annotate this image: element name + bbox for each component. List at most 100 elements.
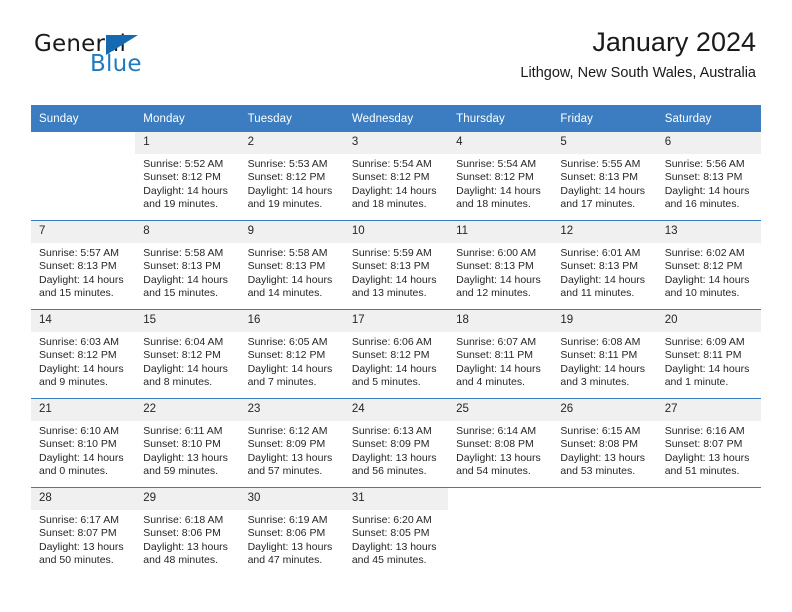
day-cell-inner: 21 Sunrise: 6:10 AM Sunset: 8:10 PM Dayligh… bbox=[31, 399, 136, 487]
day-cell-inner: 9 Sunrise: 5:58 AM Sunset: 8:13 PM Daylight… bbox=[239, 221, 344, 309]
day-info-line: Sunset: 8:08 PM bbox=[560, 438, 639, 451]
calendar-day-cell[interactable]: 24 Sunrise: 6:13 AM Sunset: 8:09 PM Dayligh… bbox=[343, 398, 449, 488]
calendar-day-cell[interactable]: 3 Sunrise: 5:54 AM Sunset: 8:12 PM Daylight… bbox=[343, 132, 449, 221]
day-info-line: Sunset: 8:12 PM bbox=[39, 349, 117, 362]
calendar-day-cell[interactable]: 20 Sunrise: 6:09 AM Sunset: 8:11 PM Dayligh… bbox=[656, 309, 761, 399]
day-info-line: Sunrise: 5:54 AM bbox=[456, 158, 537, 170]
day-number: 3 bbox=[343, 132, 449, 154]
day-info-line: Daylight: 13 hours bbox=[351, 451, 437, 464]
day-info-line: Sunset: 8:13 PM bbox=[247, 260, 326, 273]
day-cell-inner: 30 Sunrise: 6:19 AM Sunset: 8:06 PM Dayligh… bbox=[239, 488, 344, 576]
calendar-day-cell[interactable]: 29 Sunrise: 6:18 AM Sunset: 8:06 PM Dayligh… bbox=[135, 487, 240, 576]
day-number: 2 bbox=[239, 132, 344, 154]
day-number: 12 bbox=[552, 221, 657, 243]
day-number: 28 bbox=[31, 488, 136, 510]
day-info-line: Sunrise: 6:04 AM bbox=[143, 336, 224, 348]
day-info-line: Daylight: 14 hours bbox=[664, 362, 750, 375]
day-info-line: Sunset: 8:13 PM bbox=[143, 260, 221, 273]
day-info-line: Sunset: 8:10 PM bbox=[143, 438, 221, 451]
day-info-line: Daylight: 14 hours bbox=[560, 273, 646, 286]
day-info-line: Daylight: 13 hours bbox=[143, 451, 228, 464]
day-info-line: Daylight: 14 hours bbox=[456, 184, 541, 197]
calendar-day-cell[interactable]: 27 Sunrise: 6:16 AM Sunset: 8:07 PM Dayligh… bbox=[656, 398, 761, 488]
day-info-line: Daylight: 14 hours bbox=[560, 362, 646, 375]
day-cell-inner: 22 Sunrise: 6:11 AM Sunset: 8:10 PM Dayligh… bbox=[135, 399, 240, 487]
day-info-line: Daylight: 14 hours bbox=[39, 362, 124, 375]
day-info-line: Sunrise: 6:01 AM bbox=[560, 247, 641, 259]
brand-logo[interactable]: General Blue bbox=[34, 32, 224, 80]
day-info-line: Sunset: 8:13 PM bbox=[456, 260, 534, 273]
calendar-day-cell[interactable]: 4 Sunrise: 5:54 AM Sunset: 8:12 PM Daylight… bbox=[448, 132, 553, 221]
calendar-day-cell[interactable]: 7 Sunrise: 5:57 AM Sunset: 8:13 PM Daylight… bbox=[31, 220, 136, 310]
day-cell-inner: 11 Sunrise: 6:00 AM Sunset: 8:13 PM Dayligh… bbox=[448, 221, 553, 309]
day-info-line: Sunrise: 6:09 AM bbox=[664, 336, 745, 348]
day-number: 6 bbox=[656, 132, 761, 154]
day-info-line: Sunset: 8:12 PM bbox=[351, 349, 430, 362]
day-info-line: Daylight: 14 hours bbox=[351, 273, 437, 286]
calendar-day-cell[interactable]: 6 Sunrise: 5:56 AM Sunset: 8:13 PM Daylight… bbox=[656, 132, 761, 221]
calendar-day-cell[interactable]: 11 Sunrise: 6:00 AM Sunset: 8:13 PM Dayligh… bbox=[448, 220, 553, 310]
calendar-day-cell[interactable]: 28 Sunrise: 6:17 AM Sunset: 8:07 PM Dayligh… bbox=[31, 487, 136, 576]
calendar-day-cell[interactable]: 26 Sunrise: 6:15 AM Sunset: 8:08 PM Dayligh… bbox=[552, 398, 657, 488]
calendar-day-cell[interactable]: 21 Sunrise: 6:10 AM Sunset: 8:10 PM Dayligh… bbox=[31, 398, 136, 488]
day-info-line: Sunset: 8:13 PM bbox=[560, 260, 639, 273]
day-cell-inner: 29 Sunrise: 6:18 AM Sunset: 8:06 PM Dayligh… bbox=[135, 488, 240, 576]
day-info-line: Sunrise: 6:13 AM bbox=[351, 425, 432, 437]
calendar-day-cell[interactable]: 18 Sunrise: 6:07 AM Sunset: 8:11 PM Dayligh… bbox=[448, 309, 553, 399]
calendar-day-cell[interactable]: 1 Sunrise: 5:52 AM Sunset: 8:12 PM Daylight… bbox=[135, 132, 240, 221]
day-info-line: Daylight: 13 hours bbox=[143, 540, 228, 553]
day-number: 16 bbox=[239, 310, 344, 332]
day-sun-info: Sunrise: 6:13 AM Sunset: 8:09 PM Daylight:… bbox=[344, 421, 448, 479]
calendar-body: 1 Sunrise: 5:52 AM Sunset: 8:12 PM Daylight… bbox=[31, 132, 761, 576]
calendar-day-cell[interactable]: 2 Sunrise: 5:53 AM Sunset: 8:12 PM Daylight… bbox=[239, 132, 344, 221]
day-info-line: Sunrise: 6:07 AM bbox=[456, 336, 537, 348]
day-sun-info: Sunrise: 6:20 AM Sunset: 8:05 PM Daylight:… bbox=[344, 510, 448, 568]
day-cell-inner: 3 Sunrise: 5:54 AM Sunset: 8:12 PM Daylight… bbox=[343, 132, 449, 220]
day-info-line: Daylight: 13 hours bbox=[351, 540, 437, 553]
day-info-line: Daylight: 14 hours bbox=[247, 184, 333, 197]
day-info-line: Daylight: 14 hours bbox=[351, 362, 437, 375]
calendar-day-cell[interactable]: 13 Sunrise: 6:02 AM Sunset: 8:12 PM Dayligh… bbox=[656, 220, 761, 310]
day-info-line: and 18 minutes. bbox=[351, 198, 427, 211]
day-cell-inner: 10 Sunrise: 5:59 AM Sunset: 8:13 PM Dayligh… bbox=[343, 221, 449, 309]
day-info-line: Sunset: 8:08 PM bbox=[456, 438, 534, 451]
day-sun-info: Sunrise: 6:01 AM Sunset: 8:13 PM Daylight:… bbox=[552, 243, 656, 301]
day-info-line: Daylight: 14 hours bbox=[247, 362, 333, 375]
day-number: 18 bbox=[448, 310, 553, 332]
calendar-day-cell[interactable]: 19 Sunrise: 6:08 AM Sunset: 8:11 PM Dayligh… bbox=[552, 309, 657, 399]
day-info-line: Sunrise: 5:52 AM bbox=[143, 158, 224, 170]
calendar-day-cell[interactable]: 5 Sunrise: 5:55 AM Sunset: 8:13 PM Daylight… bbox=[552, 132, 657, 221]
calendar-day-cell[interactable]: 12 Sunrise: 6:01 AM Sunset: 8:13 PM Dayligh… bbox=[552, 220, 657, 310]
calendar-day-cell[interactable]: 23 Sunrise: 6:12 AM Sunset: 8:09 PM Dayligh… bbox=[239, 398, 344, 488]
calendar-week-row: 21 Sunrise: 6:10 AM Sunset: 8:10 PM Dayligh… bbox=[31, 398, 761, 488]
day-info-line: Daylight: 13 hours bbox=[39, 540, 124, 553]
day-number: 29 bbox=[135, 488, 240, 510]
day-info-line: and 15 minutes. bbox=[39, 287, 114, 300]
day-info-line: Daylight: 14 hours bbox=[143, 184, 228, 197]
calendar-day-cell[interactable]: 31 Sunrise: 6:20 AM Sunset: 8:05 PM Dayligh… bbox=[343, 487, 449, 576]
day-info-line: Sunrise: 6:18 AM bbox=[143, 514, 224, 526]
calendar-day-cell[interactable]: 14 Sunrise: 6:03 AM Sunset: 8:12 PM Dayligh… bbox=[31, 309, 136, 399]
day-info-line: and 12 minutes. bbox=[456, 287, 531, 300]
calendar-day-cell[interactable]: 25 Sunrise: 6:14 AM Sunset: 8:08 PM Dayligh… bbox=[448, 398, 553, 488]
day-info-line: Sunrise: 5:53 AM bbox=[247, 158, 328, 170]
calendar-day-cell[interactable]: 17 Sunrise: 6:06 AM Sunset: 8:12 PM Dayligh… bbox=[343, 309, 449, 399]
calendar-day-cell[interactable]: 8 Sunrise: 5:58 AM Sunset: 8:13 PM Daylight… bbox=[135, 220, 240, 310]
day-cell-inner: 14 Sunrise: 6:03 AM Sunset: 8:12 PM Dayligh… bbox=[31, 310, 136, 398]
calendar-day-cell[interactable]: 15 Sunrise: 6:04 AM Sunset: 8:12 PM Dayligh… bbox=[135, 309, 240, 399]
day-number: 26 bbox=[552, 399, 657, 421]
day-info-line: and 50 minutes. bbox=[39, 554, 114, 567]
calendar-day-cell[interactable]: 10 Sunrise: 5:59 AM Sunset: 8:13 PM Dayligh… bbox=[343, 220, 449, 310]
day-sun-info bbox=[552, 510, 656, 514]
day-cell-inner: 27 Sunrise: 6:16 AM Sunset: 8:07 PM Dayligh… bbox=[656, 399, 761, 487]
day-info-line: Sunrise: 6:06 AM bbox=[351, 336, 432, 348]
day-sun-info: Sunrise: 6:19 AM Sunset: 8:06 PM Daylight:… bbox=[240, 510, 344, 568]
day-sun-info: Sunrise: 5:56 AM Sunset: 8:13 PM Daylight:… bbox=[657, 154, 761, 212]
day-info-line: Sunrise: 6:08 AM bbox=[560, 336, 641, 348]
calendar-week-row: 14 Sunrise: 6:03 AM Sunset: 8:12 PM Dayligh… bbox=[31, 309, 761, 399]
calendar-day-cell[interactable]: 16 Sunrise: 6:05 AM Sunset: 8:12 PM Dayligh… bbox=[239, 309, 344, 399]
calendar-day-cell[interactable]: 22 Sunrise: 6:11 AM Sunset: 8:10 PM Dayligh… bbox=[135, 398, 240, 488]
calendar-day-cell[interactable]: 9 Sunrise: 5:58 AM Sunset: 8:13 PM Daylight… bbox=[239, 220, 344, 310]
day-info-line: and 8 minutes. bbox=[143, 376, 213, 389]
calendar-day-cell[interactable]: 30 Sunrise: 6:19 AM Sunset: 8:06 PM Dayligh… bbox=[239, 487, 344, 576]
